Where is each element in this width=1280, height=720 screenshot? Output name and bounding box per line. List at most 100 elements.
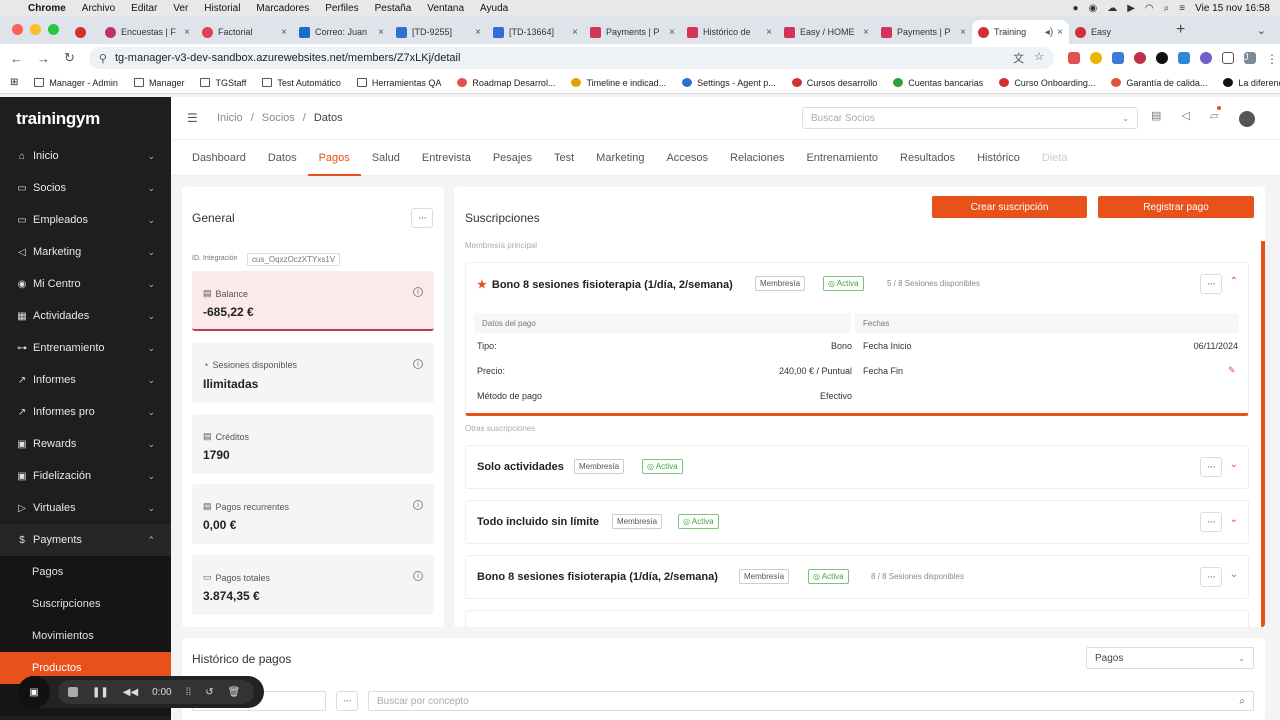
profile-avatar[interactable]: J: [1244, 52, 1256, 64]
search-spotlight-icon[interactable]: ⌕: [1164, 3, 1170, 14]
tab-salud[interactable]: Salud: [361, 140, 411, 176]
sidebar-item-inicio[interactable]: ⌂ Inicio ⌄: [0, 140, 171, 172]
breadcrumb-inicio[interactable]: Inicio: [217, 112, 243, 124]
tab-historico[interactable]: Histórico: [966, 140, 1031, 176]
menu-editar[interactable]: Editar: [131, 3, 157, 14]
close-tab-icon[interactable]: ×: [669, 27, 675, 38]
extension-icon[interactable]: [1068, 52, 1080, 64]
subscription-more-button[interactable]: ···: [1200, 274, 1222, 294]
tab-test[interactable]: Test: [543, 140, 585, 176]
rewind-icon[interactable]: ◀◀: [123, 687, 138, 698]
tab-marketing[interactable]: Marketing: [585, 140, 655, 176]
browser-tab[interactable]: Factorial ×: [196, 20, 293, 44]
sidebar-item-payments[interactable]: $ Payments ⌃: [0, 524, 171, 556]
chevron-down-icon[interactable]: ⌄: [1230, 514, 1238, 525]
trash-icon[interactable]: 🗑: [228, 687, 241, 698]
subscription-more-button[interactable]: ···: [1200, 457, 1222, 477]
history-search-input[interactable]: Buscar por concepto ⌕: [368, 691, 1254, 711]
restart-icon[interactable]: ↺: [205, 687, 213, 698]
subscription-row[interactable]: Solo actividades Membresía ◎ Activa ··· …: [465, 445, 1249, 489]
member-search-select[interactable]: Buscar Socios ⌄: [802, 107, 1138, 129]
tab-entrenamiento[interactable]: Entrenamiento: [795, 140, 889, 176]
close-tab-icon[interactable]: ×: [1057, 27, 1063, 38]
breadcrumb-socios[interactable]: Socios: [262, 112, 295, 124]
bookmark-item[interactable]: Cuentas bancarias: [893, 78, 983, 88]
sidebar-subitem-movimientos[interactable]: Movimientos: [0, 620, 171, 652]
sidebar-subitem-suscripciones[interactable]: Suscripciones: [0, 588, 171, 620]
close-tab-icon[interactable]: ×: [572, 27, 578, 38]
cloud-icon[interactable]: ☁: [1107, 3, 1117, 14]
bookmark-star-icon[interactable]: ☆: [1034, 50, 1044, 66]
bookmark-item[interactable]: Herramientas QA: [356, 78, 441, 88]
subscription-more-button[interactable]: ···: [1200, 512, 1222, 532]
menu-chrome[interactable]: Chrome: [28, 3, 66, 14]
browser-tab[interactable]: Correo: Juan ×: [293, 20, 390, 44]
maximize-window-icon[interactable]: [48, 24, 59, 35]
forward-icon[interactable]: →: [37, 51, 50, 66]
bookmark-item[interactable]: La diferencia entre...: [1223, 78, 1280, 88]
sidebar-item-fidelizacion[interactable]: ▣ Fidelización ⌄: [0, 460, 171, 492]
bookmark-item[interactable]: Curso Onboarding...: [999, 78, 1095, 88]
payment-history-filter[interactable]: Pagos ⌄: [1086, 647, 1254, 669]
subscriptions-scrollbar[interactable]: [1261, 241, 1265, 627]
sidebar-item-actividades[interactable]: ▦ Actividades ⌄: [0, 300, 171, 332]
sidebar-item-virtuales[interactable]: ▷ Virtuales ⌄: [0, 492, 171, 524]
tab-relaciones[interactable]: Relaciones: [719, 140, 795, 176]
bookmark-item[interactable]: Test Automático: [262, 78, 341, 88]
bookmark-item[interactable]: Roadmap Desarrol...: [457, 78, 555, 88]
menu-ayuda[interactable]: Ayuda: [480, 3, 508, 14]
chrome-status-icon[interactable]: ◉: [1088, 3, 1097, 14]
tab-resultados[interactable]: Resultados: [889, 140, 966, 176]
close-window-icon[interactable]: [12, 24, 23, 35]
mic-icon[interactable]: ●: [1072, 3, 1078, 14]
extension-icon[interactable]: [1090, 52, 1102, 64]
close-tab-icon[interactable]: ×: [281, 27, 287, 38]
sidebar-item-socios[interactable]: ▭ Socios ⌄: [0, 172, 171, 204]
tab-dashboard[interactable]: Dashboard: [181, 140, 257, 176]
apps-grid-icon[interactable]: ⊞: [10, 77, 18, 88]
close-tab-icon[interactable]: ×: [960, 27, 966, 38]
chevron-up-icon[interactable]: ⌃: [1230, 276, 1238, 287]
tab-search-chevron-icon[interactable]: ⌄: [1257, 24, 1280, 44]
history-more-button[interactable]: ···: [336, 691, 358, 711]
browser-tab-pinned[interactable]: [69, 20, 99, 44]
megaphone-icon[interactable]: ◁: [1181, 109, 1189, 122]
general-more-button[interactable]: ···: [411, 208, 433, 228]
extension-icon[interactable]: [1200, 52, 1212, 64]
user-avatar[interactable]: [1239, 111, 1255, 127]
cash-register-icon[interactable]: ▤: [1151, 109, 1161, 122]
bookmark-item[interactable]: Manager: [133, 78, 184, 88]
browser-tab-active[interactable]: Training ◂) ×: [972, 20, 1069, 44]
camera-icon[interactable]: ▣: [18, 676, 50, 708]
url-bar[interactable]: ⚲ tg-manager-v3-dev-sandbox.azurewebsite…: [88, 47, 1054, 69]
tab-entrevista[interactable]: Entrevista: [411, 140, 482, 176]
info-icon[interactable]: i: [413, 287, 423, 297]
extension-icon[interactable]: [1112, 52, 1124, 64]
close-tab-icon[interactable]: ×: [766, 27, 772, 38]
notifications-icon[interactable]: ▱: [1210, 106, 1222, 122]
menu-pestana[interactable]: Pestaña: [375, 3, 412, 14]
url-text[interactable]: tg-manager-v3-dev-sandbox.azurewebsites.…: [115, 52, 460, 64]
menu-perfiles[interactable]: Perfiles: [325, 3, 358, 14]
create-subscription-button[interactable]: Crear suscripción: [932, 196, 1087, 218]
bookmark-item[interactable]: Cursos desarrollo: [791, 78, 877, 88]
site-settings-icon[interactable]: ⚲: [99, 52, 107, 65]
subscription-more-button[interactable]: ···: [1200, 567, 1222, 587]
stop-icon[interactable]: [68, 687, 78, 697]
bookmark-item[interactable]: Garantía de calida...: [1111, 78, 1207, 88]
subscription-row[interactable]: Todo incluido sin límite Membresía ◎ Act…: [465, 500, 1249, 544]
tab-datos[interactable]: Datos: [257, 140, 308, 176]
speaker-icon[interactable]: ◂): [1045, 27, 1053, 38]
close-tab-icon[interactable]: ×: [863, 27, 869, 38]
chevron-down-icon[interactable]: ⌄: [1230, 569, 1238, 580]
browser-tab[interactable]: Payments | P ×: [584, 20, 681, 44]
browser-tab[interactable]: Payments | P ×: [875, 20, 972, 44]
extensions-puzzle-icon[interactable]: [1222, 52, 1234, 64]
menu-ventana[interactable]: Ventana: [427, 3, 464, 14]
close-tab-icon[interactable]: ×: [475, 27, 481, 38]
reload-icon[interactable]: ↻: [64, 50, 75, 66]
sidebar-item-mi-centro[interactable]: ◉ Mi Centro ⌄: [0, 268, 171, 300]
browser-tab[interactable]: [TD-9255] ×: [390, 20, 487, 44]
back-icon[interactable]: ←: [10, 51, 23, 66]
menu-kebab-icon[interactable]: ⋮: [1266, 52, 1278, 66]
